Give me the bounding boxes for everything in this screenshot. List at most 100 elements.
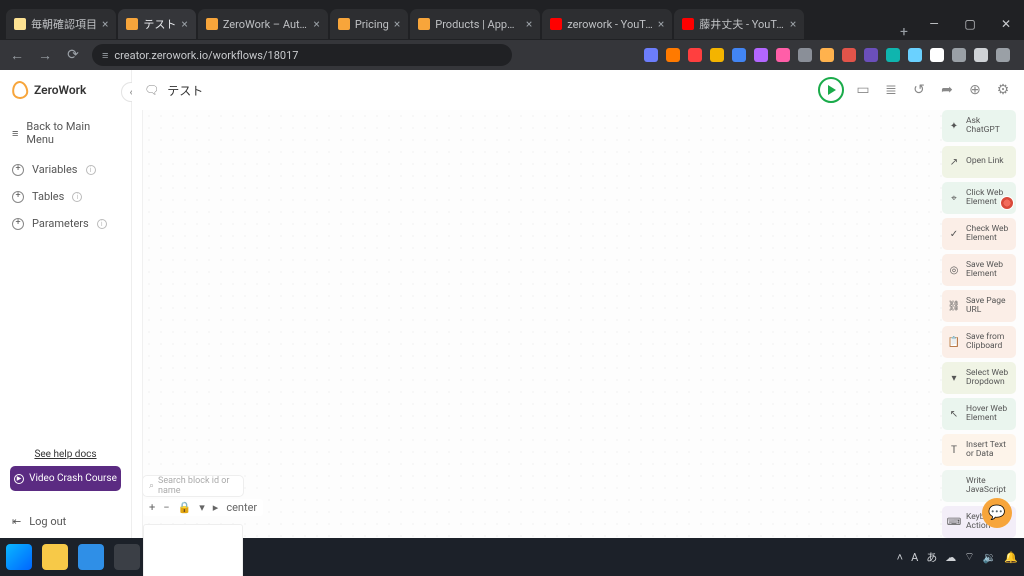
browser-tab[interactable]: 毎朝確認項目× [6, 9, 116, 39]
run-button[interactable] [818, 77, 844, 103]
palette-item[interactable]: ✦Ask ChatGPT [942, 110, 1016, 142]
close-window-button[interactable]: ✕ [988, 8, 1024, 40]
tray-chevron-icon[interactable]: ˄ [897, 551, 903, 564]
extension-icon[interactable] [886, 48, 900, 62]
extension-icon[interactable] [908, 48, 922, 62]
browser-tab[interactable]: zerowork - YouTube× [542, 9, 672, 39]
fit-right-button[interactable]: ▸ [213, 501, 219, 514]
extension-icon[interactable] [710, 48, 724, 62]
extension-icon[interactable] [996, 48, 1010, 62]
video-crash-course-button[interactable]: ▶ Video Crash Course [10, 466, 121, 491]
extension-icon[interactable] [798, 48, 812, 62]
browser-tab[interactable]: 藤井丈夫 - YouTube × [674, 9, 804, 39]
palette-item[interactable]: ↖Hover Web Element [942, 398, 1016, 430]
minimap[interactable] [143, 524, 243, 576]
add-icon: + [12, 164, 24, 176]
browser-tab[interactable]: Pricing× [330, 9, 408, 39]
url-box[interactable]: ≡ creator.zerowork.io/workflows/18017 [92, 44, 512, 66]
favicon-icon [682, 18, 694, 30]
palette-item[interactable]: ✓Check Web Element [942, 218, 1016, 250]
extension-icon[interactable] [732, 48, 746, 62]
cloud-icon[interactable]: ☁ [945, 551, 956, 564]
zoom-out-button[interactable]: − [163, 501, 169, 514]
nav-reload-button[interactable]: ⟳ [64, 47, 82, 63]
extension-icon[interactable] [842, 48, 856, 62]
share-icon[interactable]: ➦ [938, 81, 956, 99]
close-tab-icon[interactable]: × [394, 17, 400, 31]
palette-item-icon: ↗ [947, 155, 961, 169]
extension-icon[interactable] [644, 48, 658, 62]
fit-down-button[interactable]: ▾ [199, 501, 205, 514]
start-button[interactable] [6, 544, 32, 570]
new-tab-button[interactable]: + [892, 24, 916, 40]
close-tab-icon[interactable]: × [658, 17, 664, 31]
help-docs-link[interactable]: See help docs [0, 449, 131, 460]
nav-back-button[interactable]: ← [8, 47, 26, 64]
sidebar-item-tables[interactable]: +Tablesi [0, 183, 131, 210]
nav-forward-button[interactable]: → [36, 47, 54, 64]
explorer-icon[interactable] [42, 544, 68, 570]
extension-icon[interactable] [666, 48, 680, 62]
close-tab-icon[interactable]: × [181, 17, 187, 31]
sound-icon[interactable]: 🔉 [983, 551, 997, 564]
palette-item-icon: ▾ [947, 371, 961, 385]
lock-icon[interactable]: 🔒 [178, 501, 192, 514]
close-tab-icon[interactable]: × [526, 17, 532, 31]
list-icon[interactable]: ≣ [882, 81, 900, 99]
palette-item[interactable]: ▾Select Web Dropdown [942, 362, 1016, 394]
browser-tab[interactable]: テスト× [118, 9, 195, 39]
extension-icon[interactable] [820, 48, 834, 62]
close-tab-icon[interactable]: × [102, 17, 108, 31]
palette-item-icon [947, 479, 961, 493]
minimize-button[interactable]: ― [916, 8, 952, 40]
palette-item[interactable]: TInsert Text or Data [942, 434, 1016, 466]
sidebar-item-parameters[interactable]: +Parametersi [0, 210, 131, 237]
palette-item-label: Save Page URL [966, 297, 1011, 316]
extension-icon[interactable] [688, 48, 702, 62]
palette-item-icon: ◎ [947, 263, 961, 277]
zoom-in-button[interactable]: + [149, 501, 155, 514]
extension-icon[interactable] [776, 48, 790, 62]
close-tab-icon[interactable]: × [790, 17, 796, 31]
bell-icon[interactable]: 🔔 [1004, 551, 1018, 564]
palette-item-label: Save from Clipboard [966, 333, 1011, 352]
maximize-button[interactable]: ▢ [952, 8, 988, 40]
palette-item[interactable]: Write JavaScript [942, 470, 1016, 502]
palette-item[interactable]: 📋Save from Clipboard [942, 326, 1016, 358]
workflow-title[interactable]: 🗨 テスト [144, 82, 203, 99]
history-icon[interactable]: ↺ [910, 81, 928, 99]
wifi-icon[interactable]: ⌔ [964, 550, 974, 564]
chat-fab[interactable]: 💬 [982, 498, 1012, 528]
zoom-icon[interactable]: ⊕ [966, 81, 984, 99]
palette-item-label: Open Link [966, 157, 1004, 166]
center-button[interactable]: center [226, 501, 257, 514]
extension-icon[interactable] [754, 48, 768, 62]
browser-tab[interactable]: ZeroWork – Automate repetiti… × [198, 9, 328, 39]
palette-item-label: Save Web Element [966, 261, 1011, 280]
browser-tab[interactable]: Products | AppSumo× [410, 9, 540, 39]
palette-item[interactable]: ⛓Save Page URL [942, 290, 1016, 322]
ime-lang-icon[interactable]: あ [926, 549, 937, 565]
tab-label: 藤井丈夫 - YouTube [699, 16, 785, 32]
palette-item[interactable]: ↗ Open Link [942, 146, 1016, 178]
sidebar-item-variables[interactable]: +Variablesi [0, 156, 131, 183]
extension-icon[interactable] [952, 48, 966, 62]
url-text: creator.zerowork.io/workflows/18017 [114, 49, 298, 62]
logout-button[interactable]: ⇤ Log out [0, 505, 131, 538]
vscode-icon[interactable] [78, 544, 104, 570]
comment-icon: 🗨 [144, 83, 159, 97]
ime-kb-icon[interactable]: A [911, 551, 918, 564]
palette-item[interactable]: ◎ Save Web Element [942, 254, 1016, 286]
settings-icon[interactable]: ⚙ [994, 81, 1012, 99]
palette-item[interactable]: ⌖Click Web Element [942, 182, 1016, 214]
workflow-canvas[interactable]: ⌕ Search block id or name + − 🔒 ▾ ▸ cent… [142, 110, 1024, 538]
back-to-main-menu[interactable]: ≡ Back to Main Menu [0, 110, 131, 156]
extension-icon[interactable] [864, 48, 878, 62]
close-tab-icon[interactable]: × [313, 17, 319, 31]
extension-icon[interactable] [974, 48, 988, 62]
tab-label: ZeroWork – Automate repetiti… [223, 18, 309, 31]
notes-icon[interactable]: ▭ [854, 81, 872, 99]
terminal-icon[interactable] [114, 544, 140, 570]
search-block-input[interactable]: ⌕ Search block id or name [143, 476, 243, 496]
extension-icon[interactable] [930, 48, 944, 62]
